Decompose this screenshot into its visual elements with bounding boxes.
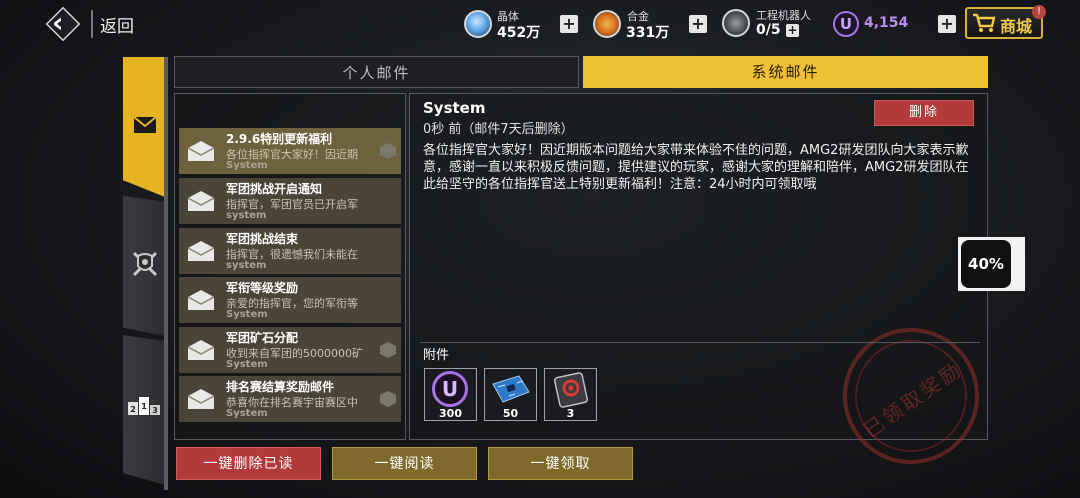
mail-detail-sender: System — [423, 99, 486, 117]
attachment-count: 300 — [439, 407, 462, 420]
chevron-left-icon[interactable]: ‹ — [52, 9, 74, 37]
floating-widget-percent[interactable]: 40% — [961, 240, 1011, 288]
mail-sender: System — [226, 408, 268, 419]
crystal-icon — [464, 10, 492, 38]
u-currency-icon: U — [833, 11, 859, 37]
sidebar-divider — [164, 57, 168, 490]
robot-value: 0/5 — [756, 22, 781, 38]
open-envelope-icon — [186, 240, 216, 262]
open-envelope-icon — [186, 339, 216, 361]
mail-sender: system — [226, 210, 267, 221]
podium-icon: 2 1 3 — [127, 396, 161, 416]
crystal-value: 452万 — [497, 25, 541, 41]
tab-system-mail[interactable]: 系统邮件 — [583, 56, 988, 88]
circuit-board-icon — [489, 374, 533, 404]
alloy-value: 331万 — [626, 25, 670, 41]
tab-personal-mail[interactable]: 个人邮件 — [174, 56, 579, 88]
red-chip-icon — [551, 372, 591, 408]
mail-title: 军衔等级奖励 — [226, 281, 299, 295]
robot-label: 工程机器人 — [756, 9, 811, 22]
delete-button[interactable]: 删除 — [874, 100, 974, 126]
mail-detail-time: 0秒 前（邮件7天后删除） — [423, 122, 574, 137]
crossed-swords-icon — [129, 248, 161, 280]
mail-title: 排名赛结算奖励邮件 — [226, 380, 335, 394]
open-envelope-icon — [186, 388, 216, 410]
u-currency-icon: U — [432, 371, 468, 407]
mail-detail-body: 各位指挥官大家好！因近期版本问题给大家带来体验不佳的问题，AMG2研发团队向大家… — [423, 143, 969, 192]
back-label[interactable]: 返回 — [100, 12, 134, 37]
add-crystal-button[interactable]: + — [560, 15, 578, 33]
mail-title: 军团挑战结束 — [226, 232, 299, 246]
delete-read-button[interactable]: 一键删除已读 — [176, 447, 321, 480]
open-envelope-icon — [186, 190, 216, 212]
cart-icon — [972, 12, 996, 34]
mail-title: 军团挑战开启通知 — [226, 182, 323, 196]
add-alloy-button[interactable]: + — [689, 15, 707, 33]
svg-text:3: 3 — [152, 406, 158, 415]
read-all-button[interactable]: 一键阅读 — [332, 447, 477, 480]
svg-text:1: 1 — [141, 402, 147, 411]
mail-sender: System — [226, 309, 268, 320]
attachment-count: 50 — [502, 407, 519, 420]
envelope-icon — [133, 116, 157, 134]
robot-icon — [722, 9, 750, 37]
open-envelope-icon — [186, 140, 216, 162]
shop-notification-badge: ! — [1032, 5, 1046, 19]
mail-sender: System — [226, 160, 268, 171]
alloy-icon — [593, 10, 621, 38]
open-envelope-icon — [186, 289, 216, 311]
svg-text:2: 2 — [130, 405, 136, 414]
mail-sender: system — [226, 260, 267, 271]
add-currency-button[interactable]: + — [938, 15, 956, 33]
attachment-divider — [420, 342, 980, 343]
currency-value: 4,154 — [864, 15, 909, 31]
mail-title: 2.9.6特别更新福利 — [226, 132, 333, 146]
shop-label[interactable]: 商城 — [1000, 13, 1032, 37]
divider — [91, 10, 93, 38]
add-robot-button[interactable]: + — [786, 24, 799, 37]
claim-all-button[interactable]: 一键领取 — [488, 447, 633, 480]
attachment-count: 3 — [566, 407, 575, 420]
attachment-label: 附件 — [423, 348, 450, 363]
mail-sender: System — [226, 359, 268, 370]
mail-title: 军团矿石分配 — [226, 331, 299, 345]
